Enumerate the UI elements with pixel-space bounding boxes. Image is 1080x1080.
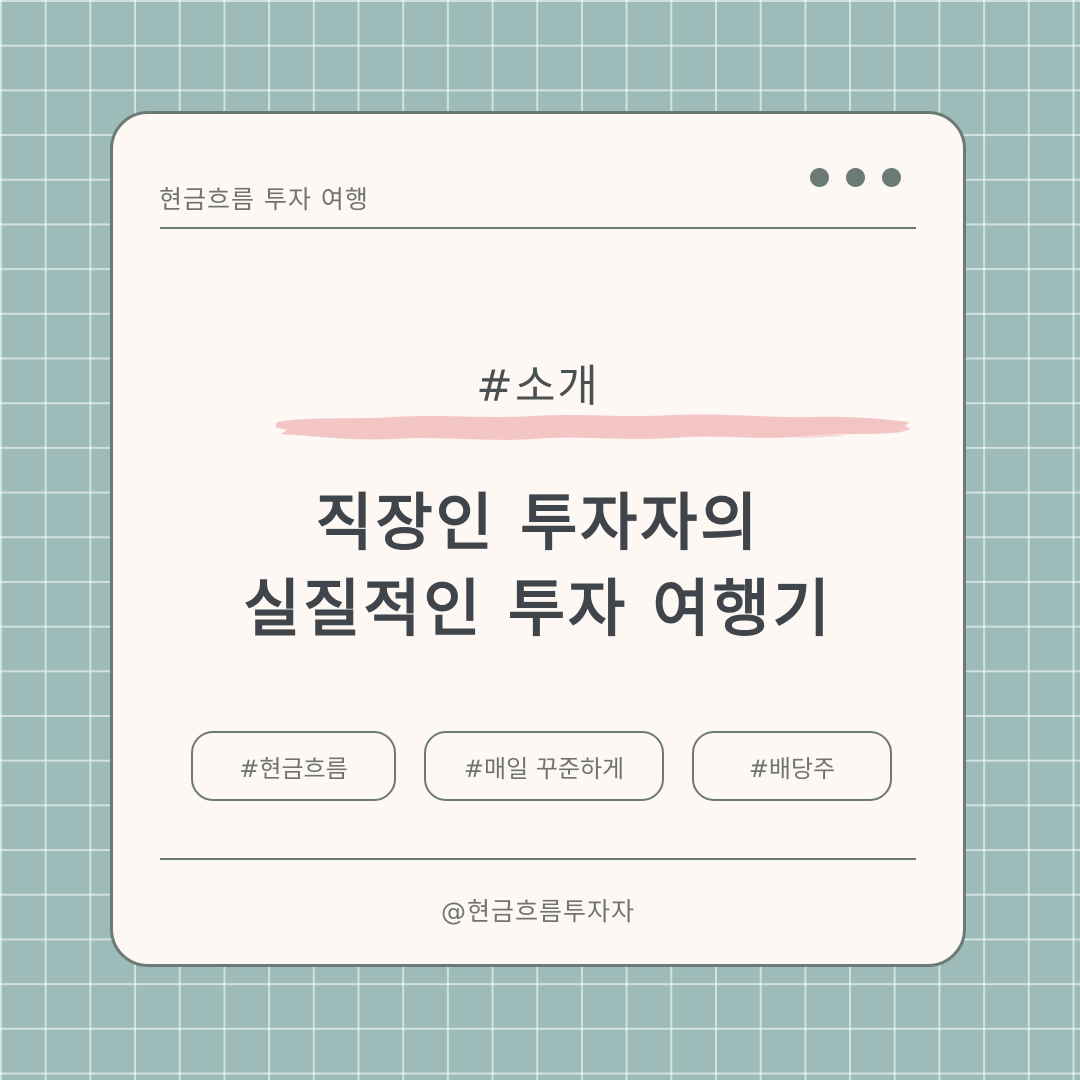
dot-icon (810, 168, 829, 187)
dot-icon (882, 168, 901, 187)
tag-cashflow[interactable]: #현금흐름 (191, 731, 396, 801)
post-card: 현금흐름 투자 여행 #소개 직장인 투자자의 실질적인 투자 여행기 #현금흐… (110, 111, 966, 967)
account-handle[interactable]: @현금흐름투자자 (113, 892, 963, 928)
top-divider (160, 227, 916, 229)
headline: 직장인 투자자의 실질적인 투자 여행기 (113, 480, 963, 652)
window-dots (810, 168, 901, 187)
category-label: #소개 (476, 361, 600, 412)
brush-highlight (275, 414, 911, 440)
tag-daily-steady[interactable]: #매일 꾸준하게 (424, 731, 664, 801)
headline-line-1: 직장인 투자자의 (315, 486, 761, 559)
brand-title: 현금흐름 투자 여행 (159, 185, 369, 214)
tag-dividend[interactable]: #배당주 (692, 731, 892, 801)
headline-line-2: 실질적인 투자 여행기 (243, 572, 833, 645)
dot-icon (846, 168, 865, 187)
bottom-divider (160, 858, 916, 860)
